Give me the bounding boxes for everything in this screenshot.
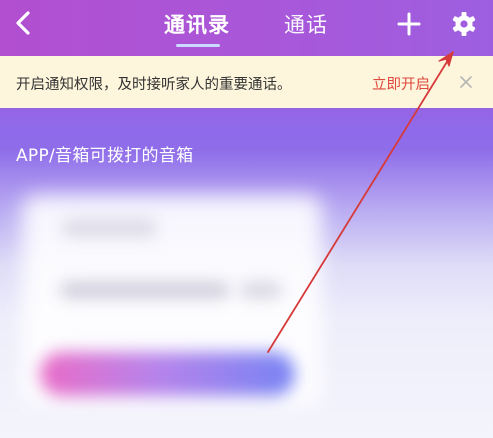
plus-icon[interactable] (396, 11, 422, 37)
blurred-label (62, 220, 157, 236)
section-title: APP/音箱可拨打的音箱 (16, 146, 194, 166)
top-navigation-bar: 通讯录 通话 (0, 0, 493, 56)
tab-calls[interactable]: 通话 (284, 10, 328, 40)
gear-icon[interactable] (450, 10, 478, 38)
enable-now-link[interactable]: 立即开启 (372, 73, 430, 94)
blurred-text (240, 282, 282, 298)
app-screen: 通讯录 通话 开启通知权限，及时接听家人的重要通话。 立即开启 APP/音箱可拨 (0, 0, 493, 438)
chevron-left-icon[interactable] (10, 9, 38, 37)
close-icon[interactable] (458, 74, 474, 90)
notice-text: 开启通知权限，及时接听家人的重要通话。 (16, 77, 292, 93)
blurred-text (60, 282, 230, 298)
active-tab-indicator (176, 44, 220, 47)
tab-contacts[interactable]: 通讯录 (164, 10, 230, 40)
notification-permission-banner: 开启通知权限，及时接听家人的重要通话。 立即开启 (0, 56, 493, 108)
blurred-action-button[interactable] (40, 352, 295, 396)
